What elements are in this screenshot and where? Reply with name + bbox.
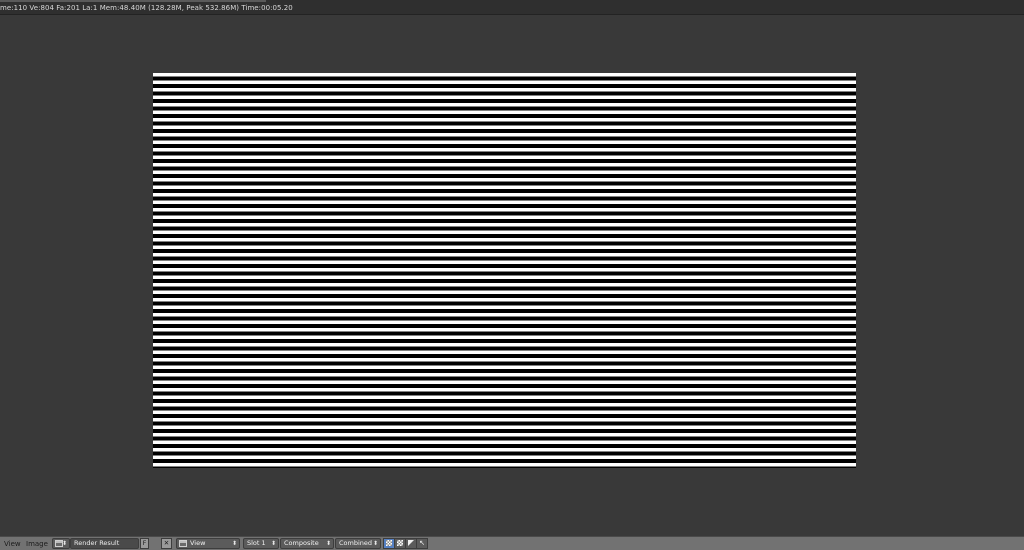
image-viewport[interactable] <box>0 15 1024 536</box>
browse-arrows-icon: ⬍ <box>61 540 67 547</box>
fake-user-button[interactable]: F <box>140 538 149 549</box>
checkerboard-icon <box>386 540 392 546</box>
pass-dropdown[interactable]: Combined ⬍ <box>335 538 381 549</box>
view-display-dropdown[interactable]: View ⬍ <box>176 538 240 549</box>
image-editor-header: View Image ⬍ Render Result F ✕ View ⬍ Sl… <box>0 536 1024 550</box>
image-name-field[interactable]: Render Result <box>70 538 139 549</box>
layer-label: Composite <box>284 539 319 547</box>
status-tab-edge <box>0 0 266 2</box>
view-menu[interactable]: View <box>4 539 21 549</box>
checkerboard-icon <box>397 540 403 546</box>
close-icon[interactable]: ✕ <box>161 538 172 549</box>
blender-image-editor: me:110 Ve:804 Fa:201 La:1 Mem:48.40M (12… <box>0 0 1024 550</box>
slot-label: Slot 1 <box>247 539 266 547</box>
image-menu[interactable]: Image <box>26 539 48 549</box>
status-bar: me:110 Ve:804 Fa:201 La:1 Mem:48.40M (12… <box>0 0 1024 15</box>
sample-tool-button[interactable]: ↖ <box>416 538 428 549</box>
image-browse-button[interactable]: ⬍ <box>52 538 70 549</box>
cursor-icon: ↖ <box>419 539 425 547</box>
dropdown-arrows-icon: ⬍ <box>325 540 331 547</box>
scene-statistics: me:110 Ve:804 Fa:201 La:1 Mem:48.40M (12… <box>0 4 293 12</box>
view-display-label: View <box>190 539 206 547</box>
dropdown-arrows-icon: ⬍ <box>270 540 276 547</box>
image-icon <box>179 540 187 547</box>
dropdown-arrows-icon: ⬍ <box>372 540 378 547</box>
render-result-image[interactable] <box>153 73 856 468</box>
slot-dropdown[interactable]: Slot 1 ⬍ <box>243 538 279 549</box>
dropdown-arrows-icon: ⬍ <box>231 540 237 547</box>
pass-label: Combined <box>339 539 373 547</box>
triangle-icon <box>408 540 414 546</box>
layer-dropdown[interactable]: Composite ⬍ <box>280 538 334 549</box>
